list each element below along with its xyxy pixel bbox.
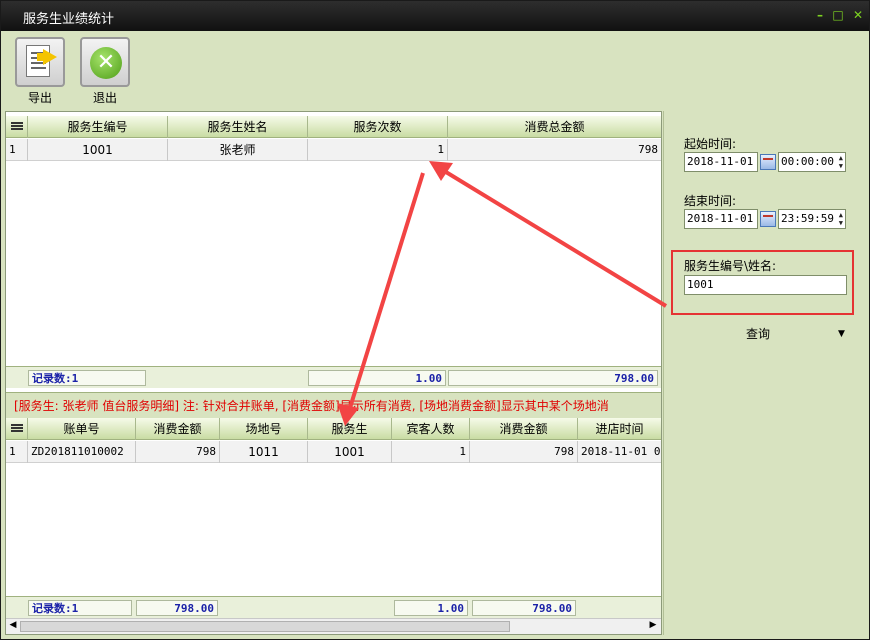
detail-note: [服务生: 张老师 值台服务明细] 注: 针对合并账单, [消费金额]显示所有消… (6, 392, 661, 418)
cell-guest-count: 1 (392, 441, 470, 463)
col-checkin-time[interactable]: 进店时间 (578, 418, 661, 440)
end-time-value: 23:59:59 (781, 212, 834, 225)
detail-guest-total: 1.00 (394, 600, 468, 616)
detail-amount2-total: 798.00 (472, 600, 576, 616)
summary-footer-blank (148, 370, 304, 386)
summary-record-count: 记录数:1 (28, 370, 146, 386)
col-bill-no[interactable]: 账单号 (28, 418, 136, 440)
waiter-name-label: 服务生编号\姓名: (684, 259, 777, 273)
horizontal-scrollbar[interactable]: ◀ ▶ (6, 618, 661, 634)
chevron-down-icon[interactable]: ▼ (838, 325, 845, 343)
toolbar: 导出 ✕ 退出 (1, 31, 869, 111)
start-time-label: 起始时间: (684, 137, 737, 151)
cell-waiter: 1001 (308, 441, 392, 463)
cell-site-no: 1011 (220, 441, 308, 463)
detail-footer: 记录数:1 798.00 1.00 798.00 (6, 596, 661, 618)
row-index: 1 (6, 441, 28, 463)
minimize-icon[interactable]: – (813, 8, 827, 22)
summary-grid-header: 服务生编号 服务生姓名 服务次数 消费总金额 (6, 116, 661, 138)
cell-total-amount: 798 (638, 143, 658, 156)
scroll-right-icon[interactable]: ▶ (647, 620, 659, 630)
scroll-left-icon[interactable]: ◀ (7, 620, 19, 630)
summary-footer: 记录数:1 1.00 798.00 (6, 366, 661, 388)
start-datetime: 2018-11-01 00:00:00 ▲ ▼ (684, 152, 847, 172)
maximize-icon[interactable]: □ (831, 8, 845, 22)
detail-amount-total: 798.00 (136, 600, 218, 616)
end-date-input[interactable]: 2018-11-01 (684, 209, 758, 229)
detail-grid-header: 账单号 消费金额 场地号 服务生 宾客人数 消费金额 进店时间 (6, 418, 661, 440)
start-date-input[interactable]: 2018-11-01 (684, 152, 758, 172)
calendar-icon[interactable] (760, 211, 776, 227)
col-guest-count[interactable]: 宾客人数 (392, 418, 470, 440)
summary-count-total: 1.00 (308, 370, 446, 386)
cell-amount: 798 (136, 441, 220, 463)
calendar-icon[interactable] (760, 154, 776, 170)
start-time-input[interactable]: 00:00:00 ▲ ▼ (778, 152, 846, 172)
row-index: 1 (6, 139, 28, 161)
cell-waiter-name: 张老师 (168, 139, 308, 161)
detail-record-count: 记录数:1 (28, 600, 132, 616)
col-amount-2[interactable]: 消费金额 (470, 418, 578, 440)
scrollbar-thumb[interactable] (20, 621, 510, 632)
export-button[interactable]: 导出 (14, 37, 66, 106)
col-waiter[interactable]: 服务生 (308, 418, 392, 440)
window-title: 服务生业绩统计 (23, 12, 115, 27)
export-icon (15, 37, 65, 87)
col-total-amount[interactable]: 消费总金额 (448, 116, 661, 138)
col-service-count[interactable]: 服务次数 (308, 116, 448, 138)
exit-label: 退出 (92, 91, 117, 105)
results-panel: 服务生编号 服务生姓名 服务次数 消费总金额 1 1001 张老师 1 798 … (5, 111, 662, 635)
end-datetime: 2018-11-01 23:59:59 ▲ ▼ (684, 209, 847, 229)
col-amount[interactable]: 消费金额 (136, 418, 220, 440)
spinner-icon[interactable]: ▲ ▼ (839, 211, 843, 227)
col-waiter-name[interactable]: 服务生姓名 (168, 116, 308, 138)
cell-waiter-code: 1001 (28, 139, 168, 161)
spinner-icon[interactable]: ▲ ▼ (839, 154, 843, 170)
waiter-search-input[interactable]: 1001 (684, 275, 847, 295)
end-time-input[interactable]: 23:59:59 ▲ ▼ (778, 209, 846, 229)
filter-panel: 起始时间: 2018-11-01 00:00:00 ▲ ▼ 结束时间: 2018-1… (663, 111, 867, 635)
row-select-icon[interactable] (6, 116, 28, 138)
query-label: 查询 (746, 327, 771, 341)
close-icon[interactable]: ✕ (851, 8, 865, 22)
cell-bill-no: ZD201811010002 (28, 441, 136, 463)
cell-amount-2: 798 (470, 441, 578, 463)
table-row[interactable]: 1 1001 张老师 1 798 (6, 139, 661, 161)
exit-icon: ✕ (80, 37, 130, 87)
cell-checkin-time: 2018-11-01 09 (581, 445, 661, 458)
row-select-icon[interactable] (6, 418, 28, 440)
col-waiter-code[interactable]: 服务生编号 (28, 116, 168, 138)
table-row[interactable]: 1 ZD201811010002 798 1011 1001 1 798 201… (6, 441, 661, 463)
export-label: 导出 (27, 91, 52, 105)
exit-button[interactable]: ✕ 退出 (79, 37, 131, 106)
cell-service-count: 1 (308, 139, 448, 161)
window: 服务生业绩统计 – □ ✕ 导出 ✕ 退出 服务生编号 服务生姓名 服务次数 消… (0, 0, 870, 640)
end-time-label: 结束时间: (684, 194, 737, 208)
query-button[interactable]: 查询 ▼ (724, 325, 854, 343)
col-site-no[interactable]: 场地号 (220, 418, 308, 440)
start-time-value: 00:00:00 (781, 155, 834, 168)
summary-amount-total: 798.00 (448, 370, 658, 386)
title-bar: 服务生业绩统计 – □ ✕ (1, 1, 869, 31)
